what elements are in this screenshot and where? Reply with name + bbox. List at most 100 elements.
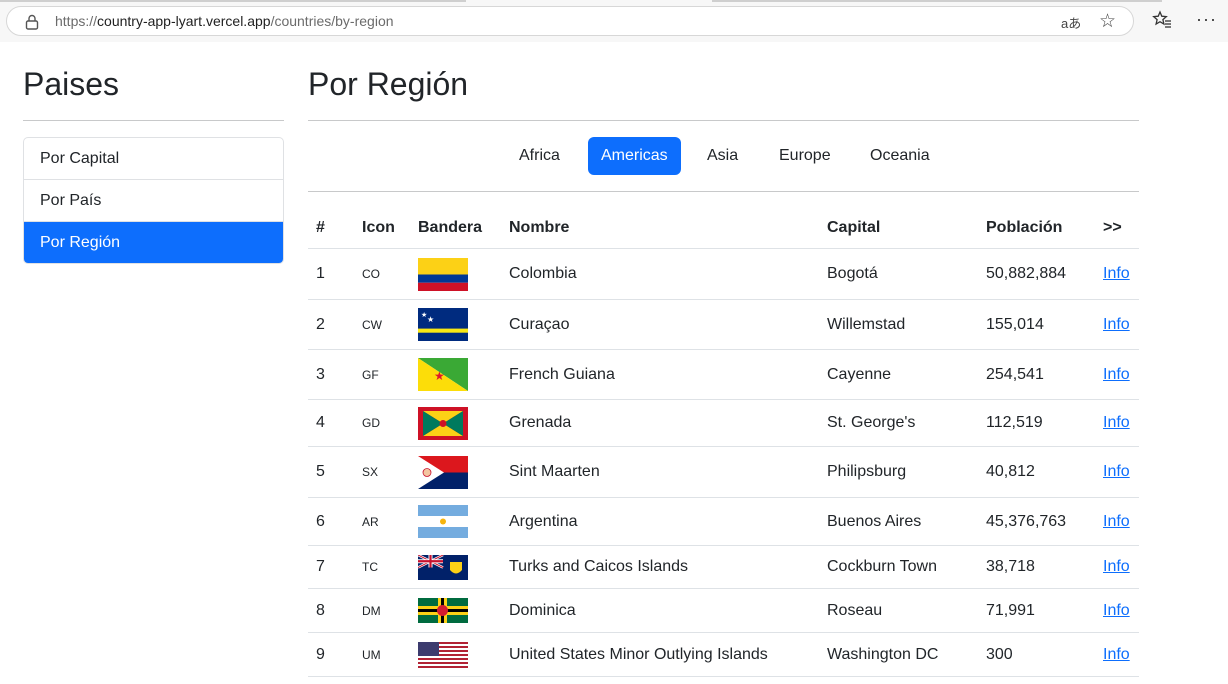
- table-header-row: # Icon Bandera Nombre Capital Población …: [308, 207, 1139, 249]
- country-capital: Willemstad: [819, 299, 978, 350]
- table-row: 5 SX Sint Maarten Philipsburg 40,812 Inf…: [308, 446, 1139, 498]
- row-number: 9: [308, 632, 354, 677]
- read-aloud-icon[interactable]: aあ: [1061, 13, 1081, 32]
- country-name: French Guiana: [501, 349, 819, 400]
- country-capital: Buenos Aires: [819, 497, 978, 546]
- region-button-oceania[interactable]: Oceania: [857, 137, 943, 175]
- table-row: 7 TC Turks and Caicos Islands Cockburn T…: [308, 545, 1139, 589]
- country-name: Curaçao: [501, 299, 819, 350]
- tab-indicator: [0, 0, 466, 2]
- region-button-africa[interactable]: Africa: [506, 137, 573, 175]
- region-button-europe[interactable]: Europe: [766, 137, 844, 175]
- more-icon[interactable]: ···: [1196, 9, 1217, 30]
- col-header-population: Población: [978, 207, 1095, 249]
- region-button-americas[interactable]: Americas: [588, 137, 681, 175]
- country-capital: Cayenne: [819, 349, 978, 400]
- row-number: 7: [308, 545, 354, 589]
- sidebar-item-por-capital[interactable]: Por Capital: [24, 138, 283, 180]
- browser-toolbar: https://country-app-lyart.vercel.app/cou…: [0, 0, 1228, 42]
- country-capital: Washington DC: [819, 632, 978, 677]
- star-icon[interactable]: ☆: [1099, 10, 1116, 33]
- country-name: Colombia: [501, 248, 819, 300]
- table-row: 6 AR Argentina Buenos Aires 45,376,763 I…: [308, 497, 1139, 546]
- address-bar[interactable]: https://country-app-lyart.vercel.app/cou…: [6, 6, 1134, 36]
- table-row: 1 CO Colombia Bogotá 50,882,884 Info: [308, 248, 1139, 300]
- country-population: 45,376,763: [978, 497, 1095, 546]
- col-header-number: #: [308, 207, 354, 249]
- sidebar-menu: Por Capital Por País Por Región: [23, 137, 284, 264]
- sidebar-item-por-region[interactable]: Por Región: [24, 222, 283, 263]
- table-row: 8 DM Dominica Roseau 71,991 Info: [308, 588, 1139, 633]
- row-number: 4: [308, 399, 354, 447]
- country-code: DM: [354, 588, 410, 633]
- country-population: 300: [978, 632, 1095, 677]
- usa-flag-icon: [418, 641, 468, 668]
- sidebar-title: Paises: [23, 66, 120, 102]
- row-number: 6: [308, 497, 354, 546]
- country-name: Grenada: [501, 399, 819, 447]
- country-code: CW: [354, 299, 410, 350]
- country-population: 38,718: [978, 545, 1095, 589]
- country-code: SX: [354, 446, 410, 498]
- col-header-name: Nombre: [501, 207, 819, 249]
- country-code: GF: [354, 349, 410, 400]
- colombia-flag-icon: [418, 257, 468, 291]
- flag-cell: [410, 632, 501, 677]
- turks-caicos-flag-icon: [418, 554, 468, 580]
- lock-icon[interactable]: [25, 14, 39, 30]
- table-row: 2 CW ★ ★ Curaçao Willemstad 155,014 Info: [308, 299, 1139, 350]
- country-capital: St. George's: [819, 399, 978, 447]
- col-header-icon: Icon: [354, 207, 410, 249]
- country-population: 112,519: [978, 399, 1095, 447]
- title-divider: [308, 120, 1139, 121]
- country-capital: Philipsburg: [819, 446, 978, 498]
- country-population: 254,541: [978, 349, 1095, 400]
- info-link[interactable]: Info: [1103, 366, 1130, 383]
- country-capital: Roseau: [819, 588, 978, 633]
- country-name: Dominica: [501, 588, 819, 633]
- country-code: UM: [354, 632, 410, 677]
- flag-cell: ★ ★: [410, 299, 501, 350]
- country-name: Sint Maarten: [501, 446, 819, 498]
- flag-cell: [410, 545, 501, 589]
- sidebar-divider: [23, 120, 284, 121]
- french-guiana-flag-icon: ★: [418, 358, 468, 391]
- info-link[interactable]: Info: [1103, 265, 1130, 282]
- country-code: TC: [354, 545, 410, 589]
- sint-maarten-flag-icon: [418, 455, 468, 489]
- table-row: 4 GD Grenada St. George's 112,519 Info: [308, 399, 1139, 447]
- info-link[interactable]: Info: [1103, 646, 1130, 663]
- row-number: 2: [308, 299, 354, 350]
- info-link[interactable]: Info: [1103, 414, 1130, 431]
- country-code: CO: [354, 248, 410, 300]
- flag-cell: [410, 446, 501, 498]
- country-population: 40,812: [978, 446, 1095, 498]
- favorites-icon[interactable]: [1152, 10, 1172, 30]
- country-code: GD: [354, 399, 410, 447]
- col-header-flag: Bandera: [410, 207, 501, 249]
- flag-cell: [410, 497, 501, 546]
- country-capital: Cockburn Town: [819, 545, 978, 589]
- flag-cell: [410, 248, 501, 300]
- country-capital: Bogotá: [819, 248, 978, 300]
- row-number: 5: [308, 446, 354, 498]
- info-link[interactable]: Info: [1103, 602, 1130, 619]
- sidebar-item-por-pais[interactable]: Por País: [24, 180, 283, 222]
- svg-text:★: ★: [434, 369, 445, 383]
- countries-table: # Icon Bandera Nombre Capital Población …: [308, 207, 1139, 677]
- country-population: 155,014: [978, 299, 1095, 350]
- country-name: Turks and Caicos Islands: [501, 545, 819, 589]
- flag-cell: [410, 399, 501, 447]
- flag-cell: [410, 588, 501, 633]
- table-row: 3 GF ★ French Guiana Cayenne 254,541 Inf…: [308, 349, 1139, 400]
- flag-cell: ★: [410, 349, 501, 400]
- info-link[interactable]: Info: [1103, 558, 1130, 575]
- url-path: /countries/by-region: [270, 13, 394, 29]
- info-link[interactable]: Info: [1103, 513, 1130, 530]
- info-link[interactable]: Info: [1103, 463, 1130, 480]
- row-number: 1: [308, 248, 354, 300]
- url-text[interactable]: https://country-app-lyart.vercel.app/cou…: [55, 13, 394, 29]
- info-link[interactable]: Info: [1103, 316, 1130, 333]
- region-button-asia[interactable]: Asia: [694, 137, 751, 175]
- dominica-flag-icon: [418, 598, 468, 623]
